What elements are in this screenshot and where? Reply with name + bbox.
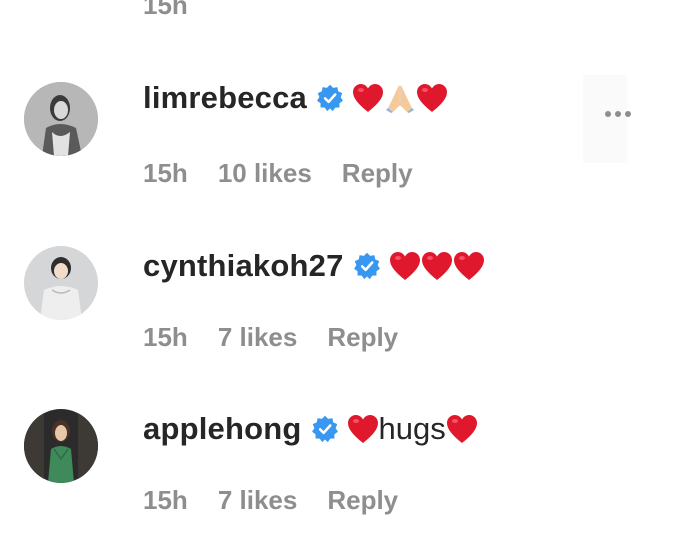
dot [615, 111, 621, 117]
heart-icon [352, 83, 384, 113]
comment-time: 15h [143, 485, 188, 515]
dot [625, 111, 631, 117]
comment-text [389, 251, 485, 281]
avatar[interactable] [24, 246, 98, 320]
heart-icon [453, 251, 485, 281]
heart-icon [446, 414, 478, 444]
comment-text: hugs [347, 411, 478, 447]
verified-badge-icon [353, 252, 381, 280]
more-options-icon[interactable] [605, 111, 631, 117]
username[interactable]: applehong [143, 411, 302, 447]
comment-item: cynthiakoh27 15h 7 likes Reply [0, 234, 693, 384]
likes-count[interactable]: 10 likes [218, 158, 312, 189]
comment-text [352, 82, 448, 114]
avatar-image-limrebecca [24, 82, 98, 156]
avatar-image-cynthiakoh27 [24, 246, 98, 320]
comment-meta: 15h 10 likes Reply [143, 158, 413, 189]
previous-comment-time: 15h [143, 0, 188, 20]
avatar-image-applehong [24, 409, 98, 483]
comment-meta: 15h 7 likes Reply [143, 322, 398, 353]
dot [605, 111, 611, 117]
comment-time: 15h [143, 158, 188, 188]
heart-icon [389, 251, 421, 281]
comment-header: limrebecca [143, 80, 448, 116]
more-options-background [583, 75, 627, 163]
comment-word: hugs [378, 411, 446, 446]
username[interactable]: cynthiakoh27 [143, 248, 344, 284]
comment-header: applehong hugs [143, 411, 478, 447]
likes-count[interactable]: 7 likes [218, 485, 298, 516]
comment-header: cynthiakoh27 [143, 248, 485, 284]
avatar[interactable] [24, 82, 98, 156]
comment-item: applehong hugs 15h 7 likes Reply [0, 397, 693, 547]
heart-icon [421, 251, 453, 281]
heart-icon [416, 83, 448, 113]
heart-icon [347, 414, 379, 444]
avatar[interactable] [24, 409, 98, 483]
likes-count[interactable]: 7 likes [218, 322, 298, 353]
comment-time: 15h [143, 322, 188, 352]
reply-button[interactable]: Reply [327, 322, 398, 353]
reply-button[interactable]: Reply [327, 485, 398, 516]
verified-badge-icon [316, 84, 344, 112]
comment-meta: 15h 7 likes Reply [143, 485, 398, 516]
reply-button[interactable]: Reply [342, 158, 413, 189]
username[interactable]: limrebecca [143, 80, 307, 116]
folded-hands-icon [384, 82, 416, 114]
verified-badge-icon [311, 415, 339, 443]
